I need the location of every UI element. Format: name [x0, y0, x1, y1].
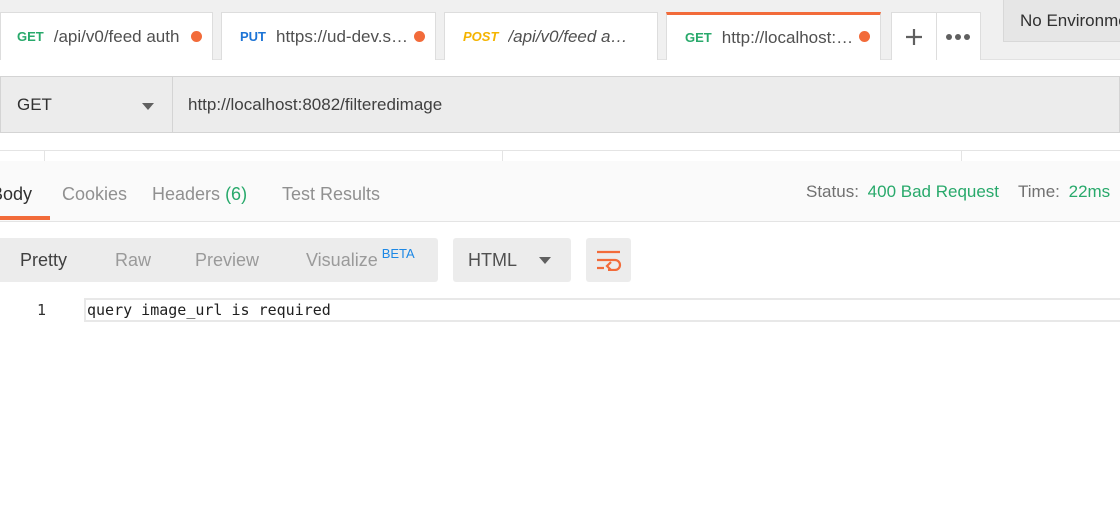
tab-headers[interactable]: Headers (6) [152, 184, 247, 205]
visualize-label: Visualize [306, 250, 378, 270]
unsaved-dot-icon [414, 31, 425, 42]
method-value: GET [17, 94, 52, 114]
tab-url: http://localhost:8082/filteredimage [721, 27, 862, 47]
tab-test-results[interactable]: Test Results [282, 184, 380, 205]
time-value: 22ms [1068, 182, 1111, 201]
tab-url: /api/v0/feed auth [53, 26, 180, 46]
request-tab-4[interactable]: GET http://localhost:8082/filteredimage [666, 12, 881, 60]
tab-url: https://ud-dev.s3.amazonaws.com [276, 26, 414, 46]
unsaved-dot-icon [859, 31, 870, 42]
divider [961, 151, 962, 161]
more-tabs-button[interactable] [937, 13, 981, 60]
tab-method: GET [685, 30, 712, 45]
ellipsis-icon [946, 33, 971, 40]
view-preview[interactable]: Preview [195, 250, 259, 271]
request-tab-2[interactable]: PUT https://ud-dev.s3.amazonaws.com [221, 12, 436, 60]
wrap-lines-icon [596, 250, 621, 271]
divider [44, 151, 45, 161]
language-value: HTML [468, 249, 517, 270]
method-select[interactable]: GET [0, 76, 173, 133]
wrap-lines-button[interactable] [586, 238, 631, 282]
tab-method: PUT [240, 29, 266, 44]
request-tab-1[interactable]: GET /api/v0/feed auth [0, 12, 213, 60]
active-tab-underline [0, 216, 50, 220]
environment-label: No Environment [1020, 10, 1120, 30]
view-visualize[interactable]: Visualize BETA [306, 246, 415, 271]
status-label: Status: [806, 182, 859, 201]
code-line: query image_url is required [84, 298, 1120, 322]
request-tab-3[interactable]: POST /api/v0/feed auth [444, 12, 658, 60]
language-select[interactable]: HTML [453, 238, 571, 282]
plus-icon [905, 28, 922, 45]
tab-cookies[interactable]: Cookies [62, 184, 127, 205]
tab-headers-label: Headers [152, 184, 221, 204]
line-number: 1 [36, 301, 46, 319]
tab-url: /api/v0/feed auth [508, 26, 631, 46]
beta-badge: BETA [381, 246, 415, 261]
request-options-strip [0, 150, 1120, 161]
tab-method: POST [463, 29, 499, 44]
tab-method: GET [17, 29, 44, 44]
new-tab-button[interactable] [892, 13, 937, 60]
divider [502, 151, 503, 161]
request-tab-bar: GET /api/v0/feed auth PUT https://ud-dev… [0, 0, 1120, 60]
status-value: 400 Bad Request [867, 182, 1000, 201]
response-tabs: Body Cookies Headers (6) Test Results St… [0, 161, 1120, 222]
time-label: Time: [1018, 182, 1060, 201]
request-bar: GET http://localhost:8082/filteredimage [0, 76, 1120, 133]
headers-count: (6) [225, 184, 248, 204]
unsaved-dot-icon [191, 31, 202, 42]
view-mode-group: Pretty Raw Preview Visualize BETA [0, 238, 438, 282]
response-body[interactable]: 1 query image_url is required [0, 298, 1120, 322]
view-pretty[interactable]: Pretty [20, 250, 67, 271]
response-time: Time: 22ms [1018, 182, 1110, 202]
url-input[interactable]: http://localhost:8082/filteredimage [173, 76, 1120, 133]
view-raw[interactable]: Raw [115, 250, 151, 271]
tab-body[interactable]: Body [0, 184, 32, 205]
chevron-down-icon [539, 257, 551, 264]
chevron-down-icon [142, 103, 154, 110]
tab-actions [891, 12, 981, 60]
response-status: Status: 400 Bad Request [806, 182, 999, 202]
environment-selector[interactable]: No Environment [1003, 0, 1120, 42]
url-value: http://localhost:8082/filteredimage [188, 94, 443, 114]
